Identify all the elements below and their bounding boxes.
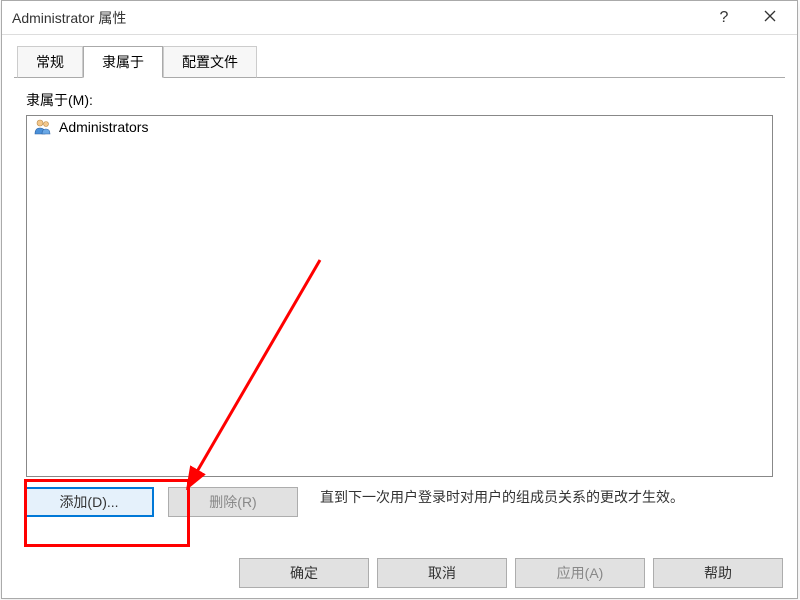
add-button[interactable]: 添加(D)... — [24, 487, 154, 517]
membership-note: 直到下一次用户登录时对用户的组成员关系的更改才生效。 — [312, 487, 775, 508]
tab-content: 隶属于(M): Administrators 添加(D)... 删除(R) 直到… — [2, 78, 797, 527]
titlebar: Administrator 属性 ? — [2, 1, 797, 35]
help-icon: ? — [720, 9, 729, 27]
ok-button[interactable]: 确定 — [239, 558, 369, 588]
tabstrip: 常规 隶属于 配置文件 — [14, 45, 785, 78]
add-remove-row: 添加(D)... 删除(R) 直到下一次用户登录时对用户的组成员关系的更改才生效… — [24, 487, 775, 517]
tab-member-of[interactable]: 隶属于 — [83, 46, 163, 78]
help-button[interactable]: ? — [701, 2, 747, 34]
close-icon — [764, 10, 776, 25]
properties-dialog: Administrator 属性 ? 常规 隶属于 配置文件 隶属于(M): — [1, 0, 798, 599]
group-icon — [33, 118, 53, 136]
cancel-button[interactable]: 取消 — [377, 558, 507, 588]
member-of-label: 隶属于(M): — [26, 90, 779, 110]
close-button[interactable] — [747, 2, 793, 34]
tab-general[interactable]: 常规 — [17, 46, 83, 78]
list-item[interactable]: Administrators — [27, 116, 772, 138]
remove-button: 删除(R) — [168, 487, 298, 517]
list-item-label: Administrators — [59, 119, 148, 135]
member-of-listbox[interactable]: Administrators — [26, 115, 773, 477]
dialog-button-row: 确定 取消 应用(A) 帮助 — [239, 558, 783, 588]
apply-button: 应用(A) — [515, 558, 645, 588]
window-title: Administrator 属性 — [12, 8, 701, 28]
tab-profile[interactable]: 配置文件 — [163, 46, 257, 78]
help-dialog-button[interactable]: 帮助 — [653, 558, 783, 588]
